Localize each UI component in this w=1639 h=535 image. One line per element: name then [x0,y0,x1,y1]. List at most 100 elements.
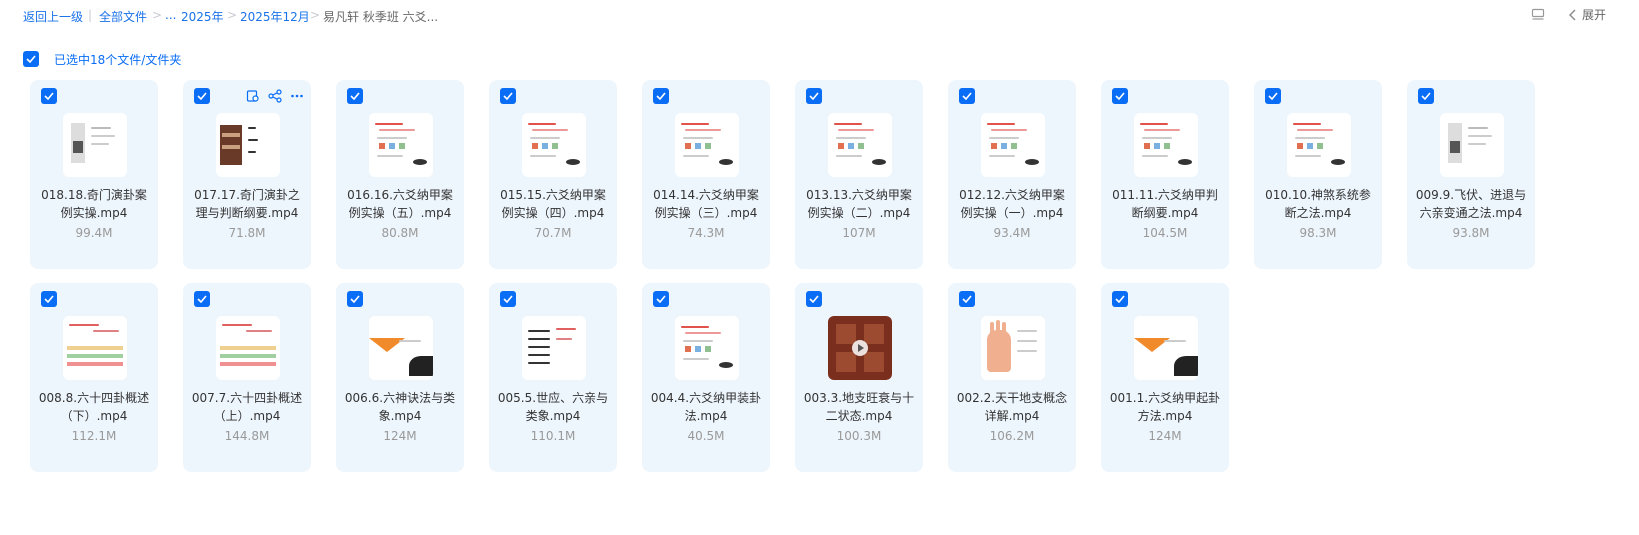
file-card[interactable]: 014.14.六爻纳甲案例实操（三）.mp4 74.3M [642,80,770,269]
video-thumbnail[interactable] [981,316,1045,380]
video-thumbnail[interactable] [216,316,280,380]
video-thumbnail[interactable] [369,113,433,177]
file-card[interactable]: 009.9.飞伏、进退与六亲变通之法.mp4 93.8M [1407,80,1535,269]
file-name[interactable]: 013.13.六爻纳甲案例实操（二）.mp4 [801,186,917,222]
file-card[interactable]: 007.7.六十四卦概述（上）.mp4 144.8M [183,283,311,472]
file-name[interactable]: 018.18.奇门演卦案例实操.mp4 [36,186,152,222]
breadcrumb-2025-12[interactable]: 2025年12月 [240,8,310,25]
breadcrumb-arrow: > [227,8,238,22]
expand-button[interactable]: 展开 [1568,6,1606,23]
file-name[interactable]: 002.2.天干地支概念详解.mp4 [954,389,1070,425]
video-thumbnail[interactable] [369,316,433,380]
video-thumbnail[interactable] [216,113,280,177]
file-size: 99.4M [75,226,113,240]
file-size: 71.8M [228,226,266,240]
file-size: 40.5M [687,429,725,443]
file-card[interactable]: 012.12.六爻纳甲案例实操（一）.mp4 93.4M [948,80,1076,269]
file-checkbox[interactable] [41,291,57,307]
video-thumbnail[interactable] [1287,113,1351,177]
file-checkbox[interactable] [194,88,210,104]
video-thumbnail[interactable] [675,316,739,380]
file-card[interactable]: 015.15.六爻纳甲案例实操（四）.mp4 70.7M [489,80,617,269]
file-name[interactable]: 017.17.奇门演卦之理与判断纲要.mp4 [189,186,305,222]
breadcrumb-arrow: > [310,8,321,22]
file-checkbox[interactable] [347,88,363,104]
file-size: 104.5M [1142,226,1188,240]
video-thumbnail[interactable] [675,113,739,177]
file-size: 93.4M [993,226,1031,240]
file-card[interactable]: 010.10.神煞系统参断之法.mp4 98.3M [1254,80,1382,269]
file-checkbox[interactable] [806,291,822,307]
file-size: 80.8M [381,226,419,240]
file-checkbox[interactable] [1112,291,1128,307]
breadcrumb-2025[interactable]: 2025年 [181,8,224,25]
file-name[interactable]: 009.9.飞伏、进退与六亲变通之法.mp4 [1413,186,1529,222]
video-thumbnail[interactable] [1440,113,1504,177]
video-thumbnail[interactable] [1134,316,1198,380]
breadcrumb-divider: | [88,8,93,22]
file-checkbox[interactable] [1112,88,1128,104]
file-name[interactable]: 007.7.六十四卦概述（上）.mp4 [189,389,305,425]
file-card[interactable]: 003.3.地支旺衰与十二状态.mp4 100.3M [795,283,923,472]
file-checkbox[interactable] [1418,88,1434,104]
file-card[interactable]: 006.6.六神诀法与类象.mp4 124M [336,283,464,472]
file-card[interactable]: 017.17.奇门演卦之理与判断纲要.mp4 71.8M [183,80,311,269]
file-checkbox[interactable] [806,88,822,104]
file-name[interactable]: 001.1.六爻纳甲起卦方法.mp4 [1107,389,1223,425]
video-thumbnail[interactable] [522,113,586,177]
share-icon[interactable] [267,88,283,104]
file-card[interactable]: 018.18.奇门演卦案例实操.mp4 99.4M [30,80,158,269]
file-size: 110.1M [530,429,576,443]
video-thumbnail[interactable] [828,316,892,380]
file-name[interactable]: 011.11.六爻纳甲判断纲要.mp4 [1107,186,1223,222]
file-name[interactable]: 003.3.地支旺衰与十二状态.mp4 [801,389,917,425]
file-card[interactable]: 008.8.六十四卦概述（下）.mp4 112.1M [30,283,158,472]
video-thumbnail[interactable] [63,113,127,177]
file-card[interactable]: 011.11.六爻纳甲判断纲要.mp4 104.5M [1101,80,1229,269]
video-thumbnail[interactable] [828,113,892,177]
back-link[interactable]: 返回上一级 [23,8,83,25]
file-card[interactable]: 004.4.六爻纳甲装卦法.mp4 40.5M [642,283,770,472]
video-thumbnail[interactable] [1134,113,1198,177]
video-thumbnail[interactable] [522,316,586,380]
file-checkbox[interactable] [194,291,210,307]
file-name[interactable]: 004.4.六爻纳甲装卦法.mp4 [648,389,764,425]
file-checkbox[interactable] [959,291,975,307]
file-card[interactable]: 016.16.六爻纳甲案例实操（五）.mp4 80.8M [336,80,464,269]
file-checkbox[interactable] [347,291,363,307]
file-checkbox[interactable] [1265,88,1281,104]
preview-icon[interactable] [245,88,261,104]
file-name[interactable]: 005.5.世应、六亲与类象.mp4 [495,389,611,425]
file-name[interactable]: 008.8.六十四卦概述（下）.mp4 [36,389,152,425]
file-actions [245,88,305,104]
select-all-checkbox[interactable] [23,51,39,67]
file-size: 74.3M [687,226,725,240]
file-name[interactable]: 012.12.六爻纳甲案例实操（一）.mp4 [954,186,1070,222]
file-checkbox[interactable] [500,291,516,307]
file-card[interactable]: 002.2.天干地支概念详解.mp4 106.2M [948,283,1076,472]
breadcrumb-all-files[interactable]: 全部文件 [99,8,147,25]
top-bar: 返回上一级 | 全部文件 > ... 2025年 > 2025年12月 > 易凡… [0,0,1639,32]
file-checkbox[interactable] [959,88,975,104]
file-size: 93.8M [1452,226,1490,240]
file-checkbox[interactable] [41,88,57,104]
video-thumbnail[interactable] [63,316,127,380]
file-card[interactable]: 013.13.六爻纳甲案例实操（二）.mp4 107M [795,80,923,269]
file-name[interactable]: 006.6.六神诀法与类象.mp4 [342,389,458,425]
layout-toggle-icon[interactable] [1531,7,1545,21]
file-card[interactable]: 005.5.世应、六亲与类象.mp4 110.1M [489,283,617,472]
file-card[interactable]: 001.1.六爻纳甲起卦方法.mp4 124M [1101,283,1229,472]
breadcrumb-ellipsis[interactable]: ... [165,8,176,22]
file-name[interactable]: 014.14.六爻纳甲案例实操（三）.mp4 [648,186,764,222]
more-icon[interactable] [289,88,305,104]
file-name[interactable]: 015.15.六爻纳甲案例实操（四）.mp4 [495,186,611,222]
file-checkbox[interactable] [500,88,516,104]
breadcrumb-current: 易凡轩 秋季班 六爻... [323,10,439,24]
selection-bar: 已选中18个文件/文件夹 [23,50,181,68]
file-name[interactable]: 016.16.六爻纳甲案例实操（五）.mp4 [342,186,458,222]
video-thumbnail[interactable] [981,113,1045,177]
file-size: 106.2M [989,429,1035,443]
file-name[interactable]: 010.10.神煞系统参断之法.mp4 [1260,186,1376,222]
file-checkbox[interactable] [653,88,669,104]
file-checkbox[interactable] [653,291,669,307]
